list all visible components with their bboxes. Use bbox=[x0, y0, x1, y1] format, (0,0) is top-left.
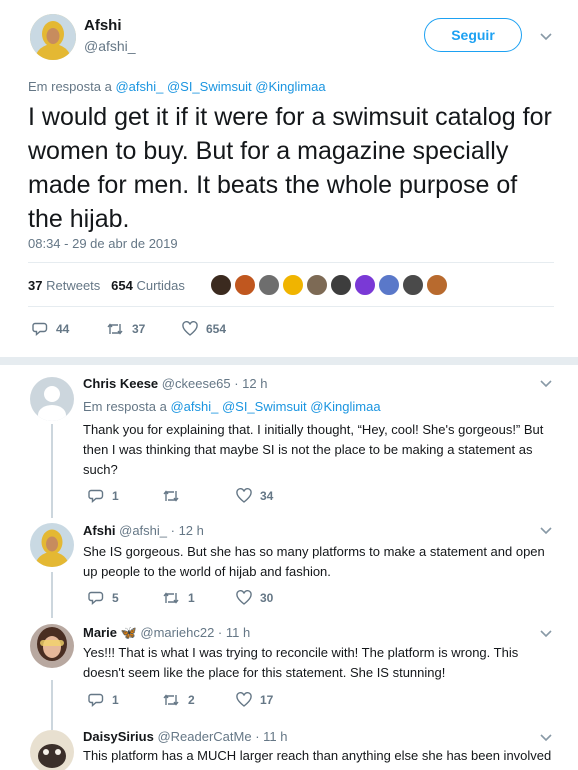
reply-header[interactable]: Marie 🦋 @mariehc22 · 11 h bbox=[83, 625, 250, 641]
liker-avatar[interactable] bbox=[426, 274, 448, 296]
like-action[interactable]: 34 bbox=[236, 488, 273, 504]
retweets-stat[interactable]: 37 Retweets bbox=[28, 278, 100, 293]
heart-icon bbox=[182, 321, 198, 336]
liker-avatar[interactable] bbox=[330, 274, 352, 296]
like-action[interactable]: 17 bbox=[236, 692, 273, 708]
liker-avatar[interactable] bbox=[234, 274, 256, 296]
liker-avatar[interactable] bbox=[378, 274, 400, 296]
reply-text: Yes!!! That is what I was trying to reco… bbox=[83, 645, 519, 680]
reply-action[interactable]: 1 bbox=[88, 692, 119, 708]
reply-context: Em resposta a @afshi_ @SI_Swimsuit @King… bbox=[83, 399, 381, 414]
like-action[interactable]: 30 bbox=[236, 590, 273, 606]
liker-avatar[interactable] bbox=[258, 274, 280, 296]
reply-avatar[interactable] bbox=[30, 523, 74, 567]
author-avatar[interactable] bbox=[30, 14, 76, 60]
reply-avatar[interactable] bbox=[30, 624, 74, 668]
reply-icon bbox=[32, 322, 48, 337]
liker-avatar[interactable] bbox=[402, 274, 424, 296]
butterfly-icon: 🦋 bbox=[120, 625, 137, 640]
reply-action[interactable]: 44 bbox=[32, 321, 69, 337]
reply-avatar[interactable] bbox=[30, 377, 74, 421]
heart-icon bbox=[236, 590, 252, 605]
author-handle[interactable]: @afshi_ bbox=[84, 38, 136, 54]
follow-button[interactable]: Seguir bbox=[424, 18, 522, 52]
likes-stat[interactable]: 654 Curtidas bbox=[111, 278, 185, 293]
retweet-action[interactable]: 1 bbox=[162, 590, 195, 606]
liker-avatar[interactable] bbox=[306, 274, 328, 296]
liker-avatar[interactable] bbox=[282, 274, 304, 296]
retweet-action[interactable]: 37 bbox=[106, 321, 145, 337]
chevron-down-icon[interactable] bbox=[539, 627, 553, 641]
retweet-action[interactable] bbox=[162, 488, 188, 504]
chevron-down-icon[interactable] bbox=[539, 30, 553, 44]
reply-header[interactable]: DaisySirius @ReaderCatMe · 11 h bbox=[83, 729, 287, 744]
reply-action[interactable]: 1 bbox=[88, 488, 119, 504]
retweet-icon bbox=[163, 592, 179, 604]
chevron-down-icon[interactable] bbox=[539, 377, 553, 391]
thread-line bbox=[51, 424, 53, 518]
reply-mentions[interactable]: @afshi_ @SI_Swimsuit @Kinglimaa bbox=[115, 79, 325, 94]
reply-text: She IS gorgeous. But she has so many pla… bbox=[83, 544, 545, 579]
like-action[interactable]: 654 bbox=[182, 321, 226, 337]
main-tweet: Afshi @afshi_ Seguir Em resposta a @afsh… bbox=[0, 0, 578, 360]
liker-avatar[interactable] bbox=[354, 274, 376, 296]
reply-prefix: Em resposta a bbox=[28, 79, 112, 94]
retweet-action[interactable]: 2 bbox=[162, 692, 195, 708]
retweet-icon bbox=[163, 490, 179, 502]
retweet-icon bbox=[163, 694, 179, 706]
divider bbox=[28, 306, 554, 307]
tweet-stats: 37 Retweets 654 Curtidas bbox=[28, 278, 185, 293]
tweet-text: I would get it if it were for a swimsuit… bbox=[28, 103, 552, 233]
reply-text: Thank you for explaining that. I initial… bbox=[83, 422, 544, 477]
reply-context: Em resposta a @afshi_ @SI_Swimsuit @King… bbox=[28, 79, 326, 94]
reply-avatar[interactable] bbox=[30, 730, 74, 770]
chevron-down-icon[interactable] bbox=[539, 524, 553, 538]
reply-icon bbox=[88, 591, 104, 606]
thread-line bbox=[51, 680, 53, 730]
reply-icon bbox=[88, 489, 104, 504]
reply-header[interactable]: Chris Keese @ckeese65 · 12 h bbox=[83, 376, 267, 391]
thread-line bbox=[51, 572, 53, 618]
section-divider bbox=[0, 357, 578, 365]
heart-icon bbox=[236, 488, 252, 503]
reply-header[interactable]: Afshi @afshi_ · 12 h bbox=[83, 523, 204, 538]
reply-mentions[interactable]: @afshi_ @SI_Swimsuit @Kinglimaa bbox=[170, 399, 380, 414]
retweet-icon bbox=[107, 323, 123, 335]
author-name[interactable]: Afshi bbox=[84, 17, 122, 34]
divider bbox=[28, 262, 554, 263]
tweet-timestamp[interactable]: 08:34 - 29 de abr de 2019 bbox=[28, 236, 178, 251]
heart-icon bbox=[236, 692, 252, 707]
liker-avatar[interactable] bbox=[210, 274, 232, 296]
reply-text: This platform has a MUCH larger reach th… bbox=[83, 748, 552, 770]
reply-action[interactable]: 5 bbox=[88, 590, 119, 606]
reply-icon bbox=[88, 693, 104, 708]
chevron-down-icon[interactable] bbox=[539, 731, 553, 745]
